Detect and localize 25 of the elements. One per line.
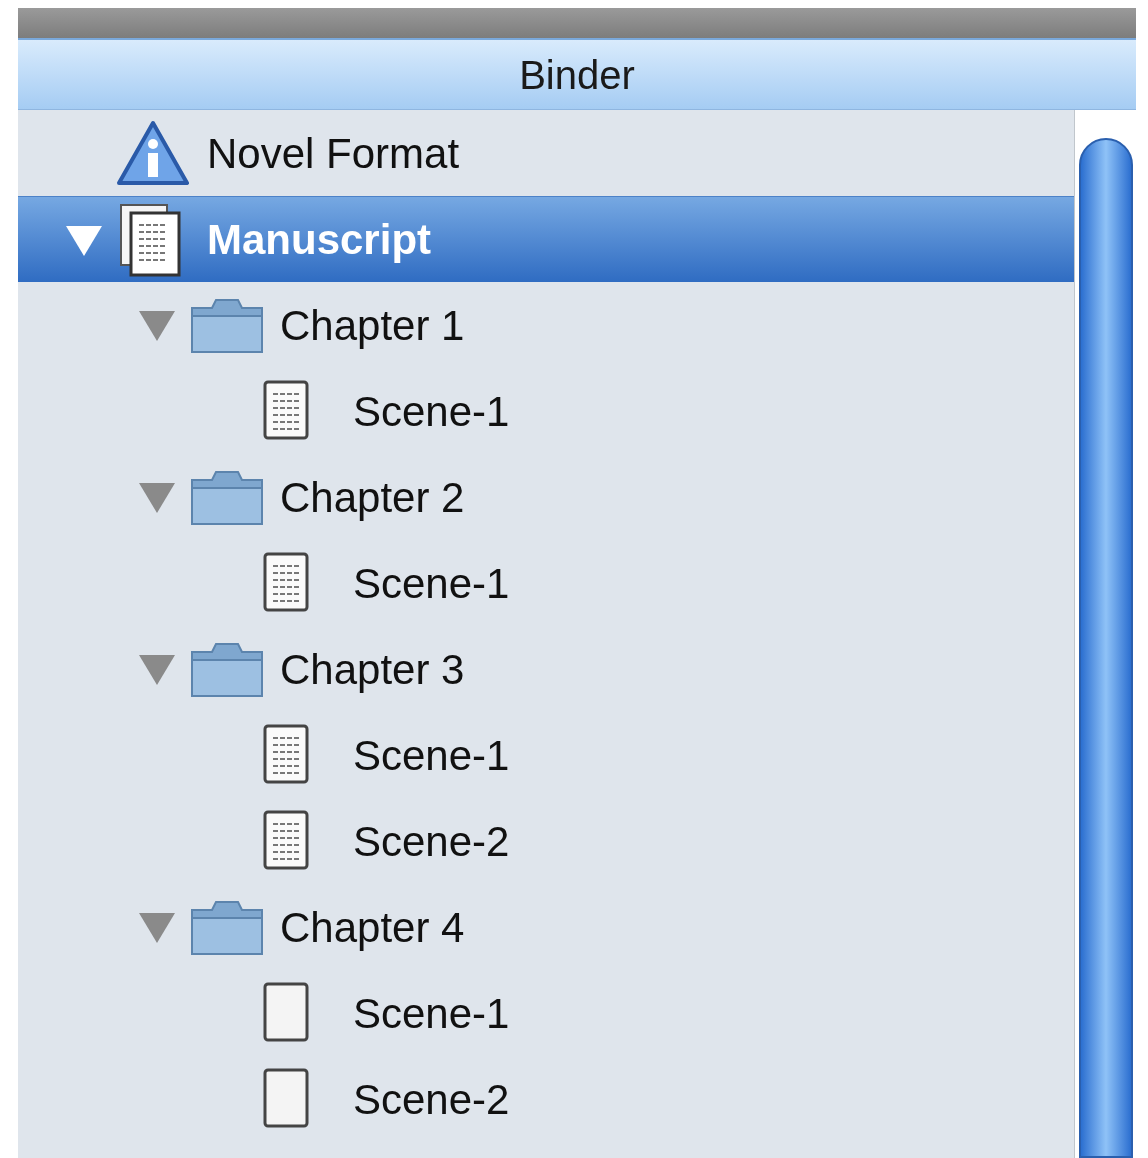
item-label: Scene-1 [353, 386, 510, 437]
binder-row[interactable]: Chapter 1 [18, 282, 1074, 368]
item-label: Chapter 4 [280, 902, 465, 953]
item-label: Manuscript [207, 215, 432, 265]
binder-row[interactable]: Scene-2 [18, 798, 1074, 884]
item-label: Scene-2 [353, 1074, 510, 1125]
binder-row[interactable]: Scene-1 [18, 540, 1074, 626]
item-label: Scene-1 [353, 988, 510, 1039]
item-label: Scene-1 [353, 558, 510, 609]
binder-row[interactable]: Chapter 2 [18, 454, 1074, 540]
item-label: Chapter 2 [280, 472, 465, 523]
item-label: Novel Format [207, 128, 460, 179]
item-label: Scene-1 [353, 730, 510, 781]
binder-row[interactable]: Scene-1 [18, 712, 1074, 798]
panel-title: Binder [519, 51, 635, 99]
binder-row[interactable]: Chapter 3 [18, 626, 1074, 712]
item-label: Chapter 3 [280, 644, 465, 695]
binder-row[interactable]: Scene-2 [18, 1056, 1074, 1142]
binder-row[interactable]: Scene-1 [18, 970, 1074, 1056]
binder-row[interactable]: Scene-1 [18, 368, 1074, 454]
item-label: Chapter 1 [280, 300, 465, 351]
binder-row[interactable]: Manuscript [18, 196, 1074, 282]
item-label: Scene-2 [353, 816, 510, 867]
binder-row[interactable]: Novel Format [18, 110, 1074, 196]
binder-row[interactable]: Chapter 4 [18, 884, 1074, 970]
